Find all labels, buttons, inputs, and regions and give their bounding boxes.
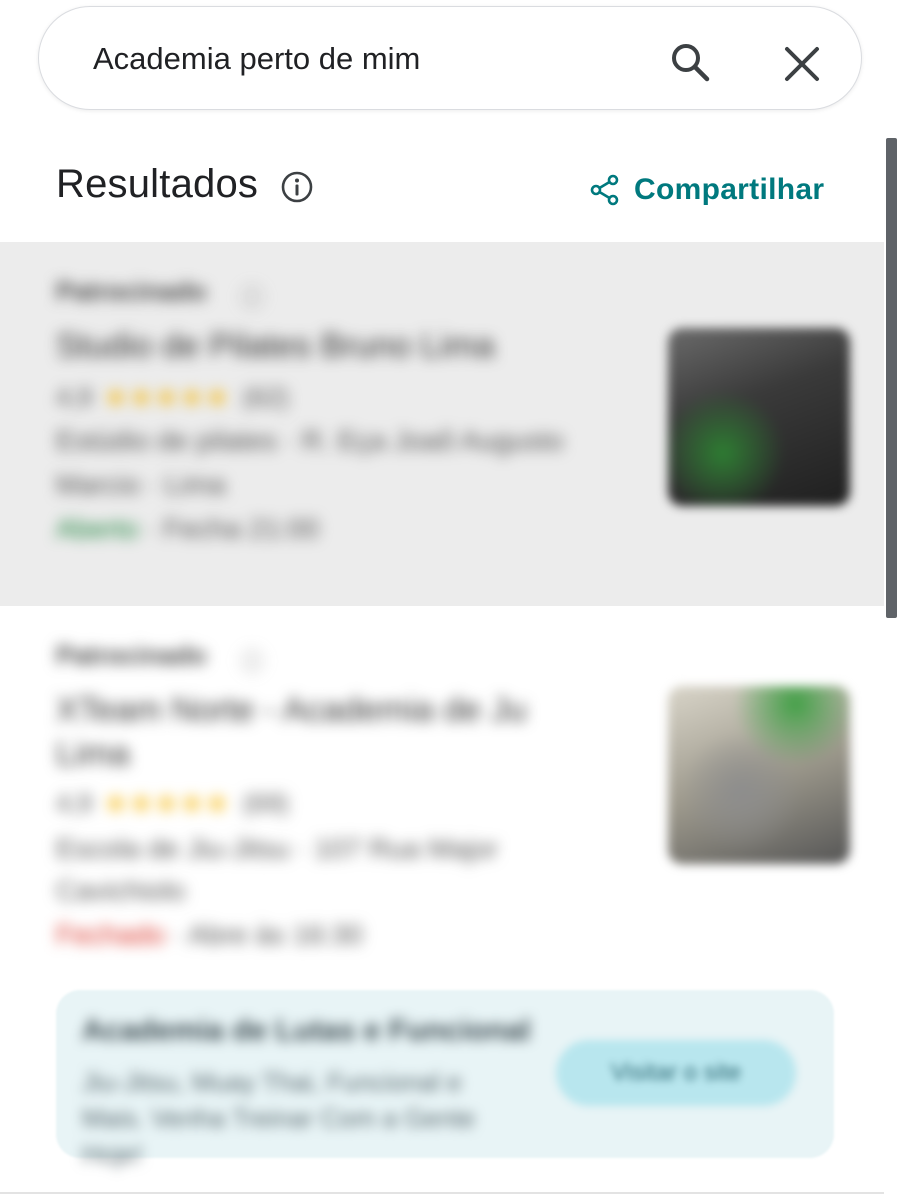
star-rating-icon: ★★★★★	[104, 382, 231, 412]
hours-text: · Fecha 21:00	[138, 513, 320, 544]
business-name[interactable]: Studio de Pilates Bruno Lima	[56, 324, 616, 368]
rating-row: 4,9 ★★★★★ (69)	[56, 788, 289, 819]
business-address: Escola de Jiu-Jitsu · 107 Rua Major	[56, 833, 498, 864]
hours-text: · Abre às 16:30	[164, 919, 363, 950]
results-title: Resultados	[56, 162, 259, 206]
ad-cta-button[interactable]: Visitar o site	[556, 1040, 796, 1106]
rating-value: 4,9	[56, 788, 93, 818]
info-icon[interactable]	[280, 170, 314, 204]
search-input[interactable]	[93, 37, 633, 81]
close-icon	[785, 47, 819, 81]
sponsored-info-icon[interactable]: ⓘ	[240, 278, 264, 313]
closed-status: Fechado	[56, 919, 165, 950]
share-button[interactable]: Compartilhar	[588, 170, 824, 210]
divider	[0, 1192, 884, 1194]
share-icon	[590, 174, 619, 206]
ad-description: Jiu-Jitsu, Muay Thai, Funcional e Mais. …	[82, 1067, 476, 1169]
rating-value: 4,9	[56, 382, 93, 412]
search-icon	[672, 44, 710, 82]
business-extra: Marcio · Lima	[56, 469, 226, 500]
ad-banner[interactable]: Academia de Lutas e Funcional Jiu-Jitsu,…	[56, 990, 834, 1169]
scrollbar-thumb[interactable]	[886, 138, 897, 618]
result-card[interactable]: Patrocinado ⓘ XTeam Norte - Academia de …	[0, 606, 884, 976]
business-photo[interactable]	[668, 328, 850, 506]
clear-search-button[interactable]	[781, 43, 823, 85]
result-card[interactable]: Patrocinado ⓘ Studio de Pilates Bruno Li…	[0, 242, 884, 606]
rating-row: 4,9 ★★★★★ (62)	[56, 382, 289, 413]
share-label: Compartilhar	[634, 173, 825, 206]
ad-title: Academia de Lutas e Funcional	[82, 1014, 531, 1047]
business-photo[interactable]	[668, 686, 850, 864]
business-hours: Fechado · Abre às 16:30	[56, 914, 636, 956]
sponsored-info-icon[interactable]: ⓘ	[240, 642, 264, 677]
business-extra: Cavichiolo	[56, 875, 186, 906]
search-button[interactable]	[667, 39, 713, 85]
sponsored-label: Patrocinado	[56, 276, 207, 306]
business-address: Estúdio de pilates · R. Eça Joaõ Augusto	[56, 425, 564, 456]
review-count: (62)	[242, 382, 289, 412]
star-rating-icon: ★★★★★	[104, 788, 231, 818]
business-name[interactable]: XTeam Norte - Academia de Ju Lima	[56, 688, 596, 776]
review-count: (69)	[242, 788, 289, 818]
maps-results-panel: Resultados Compartilhar Patrocinado ⓘ St…	[0, 0, 900, 1200]
business-hours: Aberto · Fecha 21:00	[56, 508, 636, 550]
sponsored-label: Patrocinado	[56, 640, 207, 670]
results-header: Resultados Compartilhar	[0, 140, 884, 240]
open-status: Aberto	[56, 513, 139, 544]
search-bar	[38, 6, 862, 110]
